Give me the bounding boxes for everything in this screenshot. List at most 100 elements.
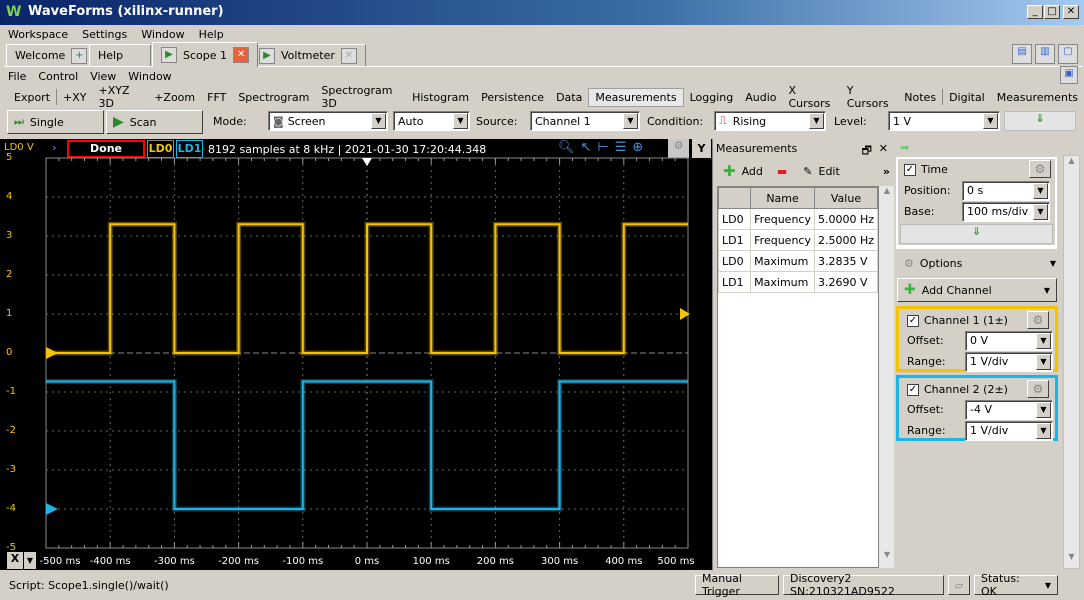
condition-select[interactable]: ⎍ Rising ▼ [714, 111, 826, 131]
measurement-row[interactable]: LD0 Maximum 3.2835 V [717, 250, 879, 272]
close-tab-icon[interactable]: ✕ [233, 47, 250, 63]
value-cell: 3.2690 V [813, 271, 879, 293]
restore-icon[interactable]: ▣ [1060, 66, 1078, 84]
tab-scope-1[interactable]: ▶ Scope 1 ✕ [152, 42, 259, 67]
range-select[interactable]: 1 V/div ▼ [965, 351, 1053, 372]
offset-value: -4 V [970, 403, 992, 416]
menu-workspace[interactable]: Workspace [8, 28, 68, 41]
source-value: Channel 1 [535, 114, 591, 128]
channel-checkbox[interactable]: ✓ [907, 383, 919, 396]
range-select[interactable]: 1 V/div ▼ [965, 420, 1053, 441]
header-value[interactable]: Value [813, 187, 879, 209]
position-select[interactable]: 0 s ▼ [962, 180, 1050, 201]
window-title: WaveForms (xilinx-runner) [28, 4, 224, 19]
time-checkbox[interactable]: ✓ [904, 163, 916, 176]
source-select[interactable]: Channel 1 ▼ [530, 111, 640, 131]
trigger-level-down-button[interactable]: ⇓ [1004, 111, 1076, 131]
toolbar-logging[interactable]: Logging [684, 89, 740, 106]
base-select[interactable]: 100 ms/div ▼ [962, 201, 1050, 222]
options-row[interactable]: ⚙ Options ▼ [898, 253, 1056, 274]
toolbar-notes[interactable]: Notes [898, 89, 942, 106]
menu-file[interactable]: File [8, 70, 26, 83]
toolbar-persistence[interactable]: Persistence [475, 89, 550, 106]
device-button[interactable]: Discovery2 SN:210321AD9522 [783, 572, 944, 598]
eraser-icon[interactable]: ▱ [948, 575, 970, 595]
x-axis-button[interactable]: X [7, 552, 23, 569]
maximize-button[interactable]: □ [1044, 5, 1060, 19]
toolbar-digital-measurements[interactable]: Measurements [991, 89, 1084, 106]
status-label: Status: OK [981, 572, 1020, 598]
add-channel-button[interactable]: ✚ Add Channel ▼ [897, 278, 1057, 302]
remove-icon[interactable]: ▬ [777, 165, 787, 178]
measurement-row[interactable]: LD0 Frequency 5.0000 Hz [717, 208, 879, 230]
tab-welcome[interactable]: Welcome + [6, 44, 97, 66]
name-cell: Maximum [750, 271, 815, 293]
menu-settings[interactable]: Settings [82, 28, 127, 41]
toolbar-spectrogram-3d[interactable]: Spectrogram 3D [315, 82, 406, 112]
menu-window[interactable]: Window [141, 28, 184, 41]
toolbar-export[interactable]: Export [8, 89, 56, 106]
manual-trigger-button[interactable]: Manual Trigger [695, 572, 779, 598]
tile-icon[interactable]: ▥ [1035, 44, 1055, 64]
undock-icon[interactable]: 🗗︎ [862, 142, 872, 161]
single-label: Single [29, 115, 64, 129]
toolbar-x-cursors[interactable]: X Cursors [782, 82, 840, 112]
tab-help[interactable]: Help [89, 44, 151, 66]
menu-window[interactable]: Window [128, 70, 171, 83]
channel-gear-icon[interactable]: ⚙ [1027, 380, 1049, 398]
value-cell: 3.2835 V [813, 250, 879, 272]
close-button[interactable]: ✕ [1063, 5, 1079, 19]
overflow-icon[interactable]: » [883, 165, 890, 178]
close-panel-icon[interactable]: ✕ [879, 142, 888, 155]
scan-button[interactable]: ▶ Scan [106, 110, 203, 134]
toolbar-measurements[interactable]: Measurements [588, 87, 684, 107]
add-measurement-button[interactable]: Add [742, 165, 763, 178]
measurements-scrollbar[interactable]: ▲ ▼ [879, 186, 895, 568]
toolbar-histogram[interactable]: Histogram [406, 89, 475, 106]
level-select[interactable]: 1 V ▼ [888, 111, 1000, 131]
status-button[interactable]: Status: OK ▼ [974, 572, 1058, 598]
toolbar-xy[interactable]: +XY [57, 89, 92, 106]
toolbar-y-cursors[interactable]: Y Cursors [841, 82, 899, 112]
arrow-right-icon[interactable]: ➡ [900, 141, 909, 154]
plus-icon[interactable]: + [71, 47, 88, 64]
trigger-mode-value: Auto [398, 114, 424, 128]
add-icon: ✚ [904, 282, 916, 298]
tab-voltmeter[interactable]: ▶ Voltmeter ✕ [250, 44, 366, 66]
toolbar-spectrogram[interactable]: Spectrogram [232, 89, 315, 106]
measurement-row[interactable]: LD1 Maximum 3.2690 V [717, 271, 879, 293]
menu-control[interactable]: Control [38, 70, 78, 83]
toolbar-audio[interactable]: Audio [739, 89, 782, 106]
settings-scrollbar[interactable]: ▲ ▼ [1063, 155, 1080, 569]
channel-checkbox[interactable]: ✓ [907, 314, 919, 327]
menu-view[interactable]: View [90, 70, 116, 83]
single-button[interactable]: ⏭ Single [7, 110, 104, 134]
channel-gear-icon[interactable]: ⚙ [1027, 311, 1049, 329]
time-gear-icon[interactable]: ⚙ [1029, 160, 1051, 178]
x-tick-label: -300 ms [153, 556, 195, 567]
toolbar-xyz3d[interactable]: +XYZ 3D [93, 82, 149, 112]
channel-cell: LD0 [717, 208, 752, 230]
trigger-mode-select[interactable]: Auto ▼ [393, 111, 470, 131]
edit-measurement-button[interactable]: Edit [819, 165, 840, 178]
add-icon[interactable]: ✚ [723, 162, 736, 180]
y-tick-label: -3 [6, 464, 16, 475]
toolbar-zoom[interactable]: +Zoom [148, 89, 201, 106]
close-tab-icon[interactable]: ✕ [340, 47, 357, 64]
cascade-icon[interactable]: ▤ [1012, 44, 1032, 64]
y-tick-label: -1 [6, 386, 16, 397]
minimize-button[interactable]: _ [1027, 5, 1043, 19]
toolbar-digital[interactable]: Digital [943, 89, 991, 106]
maximize-icon[interactable]: ▢ [1058, 44, 1078, 64]
toolbar-data[interactable]: Data [550, 89, 588, 106]
channel-1-group: ✓ Channel 1 (1±) ⚙ Offset: 0 V ▼ Range: 1 V/d… [896, 306, 1058, 372]
menu-help[interactable]: Help [199, 28, 224, 41]
time-apply-down-button[interactable]: ⇓ [900, 224, 1053, 244]
name-cell: Maximum [750, 250, 815, 272]
header-name[interactable]: Name [750, 187, 815, 209]
mode-select[interactable]: ◙ Screen ▼ [268, 111, 388, 131]
offset-select[interactable]: -4 V ▼ [965, 399, 1053, 420]
offset-select[interactable]: 0 V ▼ [965, 330, 1053, 351]
toolbar-fft[interactable]: FFT [201, 89, 232, 106]
measurement-row[interactable]: LD1 Frequency 2.5000 Hz [717, 229, 879, 251]
